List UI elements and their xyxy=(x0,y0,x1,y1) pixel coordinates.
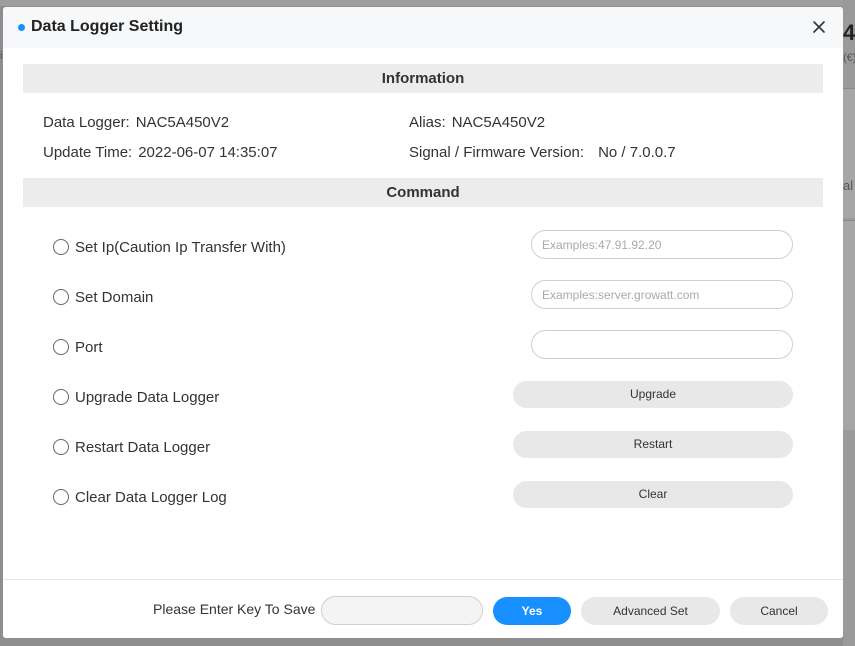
signal-firmware-label: Signal / Firmware Version: xyxy=(409,144,585,161)
set-domain-label: Set Domain xyxy=(75,288,154,306)
restart-radio[interactable] xyxy=(53,439,69,455)
signal-firmware-value: No / 7.0.0.7 xyxy=(598,144,676,161)
upgrade-label: Upgrade Data Logger xyxy=(75,388,220,406)
port-radio[interactable] xyxy=(53,339,69,355)
title-dot-icon xyxy=(18,24,25,31)
command-row-clear: Clear Data Logger Log xyxy=(53,485,227,509)
set-ip-input[interactable] xyxy=(531,230,793,259)
background-fragment: (€) xyxy=(843,52,855,64)
background-page-strip xyxy=(0,0,855,6)
cancel-button[interactable]: Cancel xyxy=(730,597,828,625)
close-icon[interactable] xyxy=(809,17,829,37)
data-logger-value: NAC5A450V2 xyxy=(135,114,230,131)
data-logger-info: Data Logger: NAC5A450V2 xyxy=(43,114,229,131)
dialog-title: Data Logger Setting xyxy=(31,18,184,35)
data-logger-setting-dialog: Data Logger Setting Information Data Log… xyxy=(3,7,843,638)
command-row-port: Port xyxy=(53,335,103,359)
set-ip-radio[interactable] xyxy=(53,239,69,255)
information-heading: Information xyxy=(23,64,823,93)
port-label: Port xyxy=(75,338,103,356)
alias-value: NAC5A450V2 xyxy=(451,114,546,131)
restart-label: Restart Data Logger xyxy=(75,438,211,456)
background-cell xyxy=(843,220,855,430)
command-row-set-ip: Set Ip(Caution Ip Transfer With) xyxy=(53,235,286,259)
upgrade-radio[interactable] xyxy=(53,389,69,405)
advanced-set-button[interactable]: Advanced Set xyxy=(581,597,720,625)
set-domain-radio[interactable] xyxy=(53,289,69,305)
set-ip-label: Set Ip(Caution Ip Transfer With) xyxy=(75,238,286,256)
background-fragment: al xyxy=(843,178,854,193)
key-input[interactable] xyxy=(321,596,483,625)
alias-info: Alias: NAC5A450V2 xyxy=(409,114,545,131)
set-domain-input[interactable] xyxy=(531,280,793,309)
clear-radio[interactable] xyxy=(53,489,69,505)
background-page-right xyxy=(843,0,855,646)
signal-firmware-info: Signal / Firmware Version: No / 7.0.0.7 xyxy=(409,144,676,161)
dialog-header: Data Logger Setting xyxy=(3,7,843,48)
background-fragment: 4 xyxy=(843,20,855,45)
update-time-info: Update Time: 2022-06-07 14:35:07 xyxy=(43,144,278,161)
command-row-set-domain: Set Domain xyxy=(53,285,153,309)
command-heading: Command xyxy=(23,178,823,207)
yes-button[interactable]: Yes xyxy=(493,597,571,625)
port-input[interactable] xyxy=(531,330,793,359)
alias-label: Alias: xyxy=(409,114,446,131)
command-row-restart: Restart Data Logger xyxy=(53,435,210,459)
dialog-footer: Please Enter Key To Save Yes Advanced Se… xyxy=(3,579,843,638)
upgrade-button[interactable]: Upgrade xyxy=(513,381,793,408)
command-row-upgrade: Upgrade Data Logger xyxy=(53,385,219,409)
key-label: Please Enter Key To Save xyxy=(153,601,316,617)
clear-label: Clear Data Logger Log xyxy=(75,488,227,506)
update-time-value: 2022-06-07 14:35:07 xyxy=(138,144,278,161)
restart-button[interactable]: Restart xyxy=(513,431,793,458)
background-cell xyxy=(843,88,855,218)
clear-button[interactable]: Clear xyxy=(513,481,793,508)
data-logger-label: Data Logger: xyxy=(43,114,130,131)
update-time-label: Update Time: xyxy=(43,144,133,161)
